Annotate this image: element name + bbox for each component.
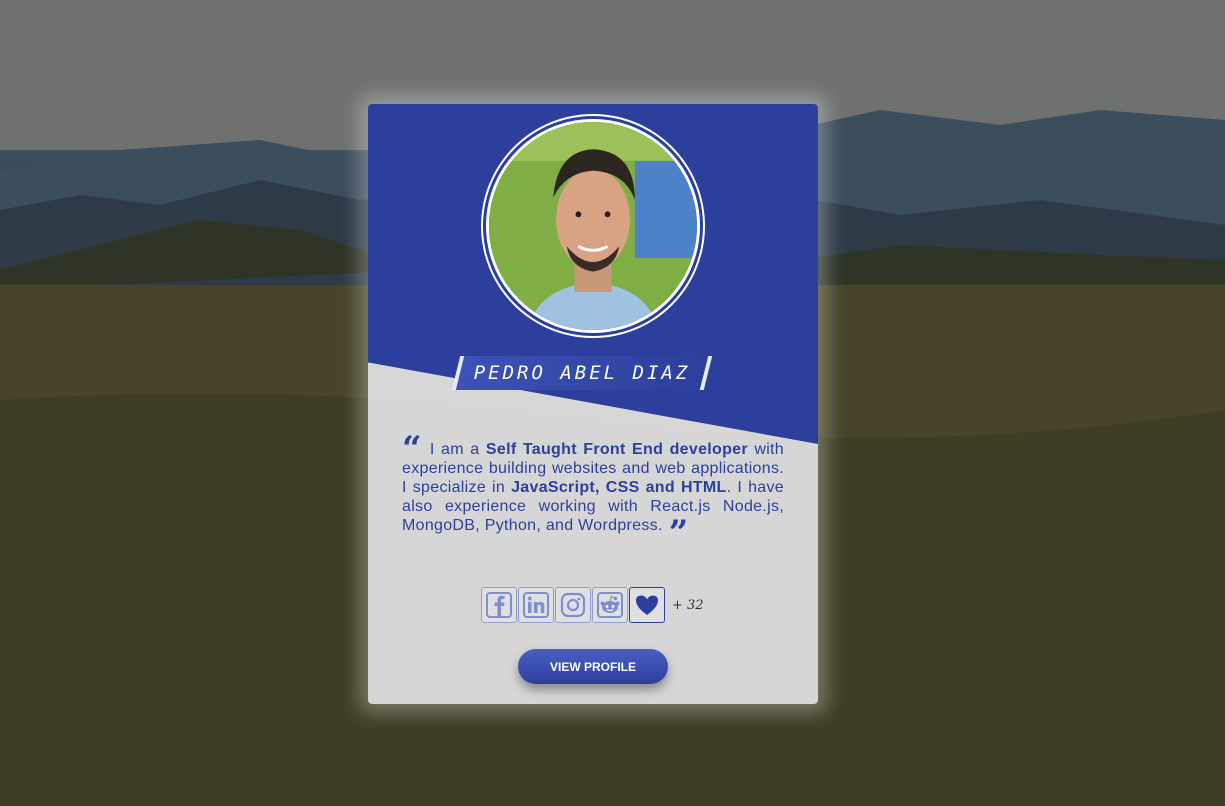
profile-card: PEDRO ABEL DIAZ “I am a Self Taught Fron… [368,104,818,704]
bio-text: “I am a Self Taught Front End developer … [402,432,784,550]
quote-close-icon: ” [668,513,689,553]
profile-name: PEDRO ABEL DIAZ [473,362,691,384]
social-links: + 32 [481,587,704,623]
view-profile-button[interactable]: VIEW PROFILE [518,649,668,684]
linkedin-icon[interactable] [518,587,554,623]
instagram-icon[interactable] [555,587,591,623]
bio-role: Self Taught Front End developer [485,441,748,458]
likes-count: + 32 [672,597,704,613]
avatar [486,119,700,333]
facebook-icon[interactable] [481,587,517,623]
reddit-icon[interactable] [592,587,628,623]
bio-skills: JavaScript, CSS and HTML [511,479,727,496]
bio-intro: I am a [429,441,486,458]
heart-icon[interactable] [629,587,665,623]
